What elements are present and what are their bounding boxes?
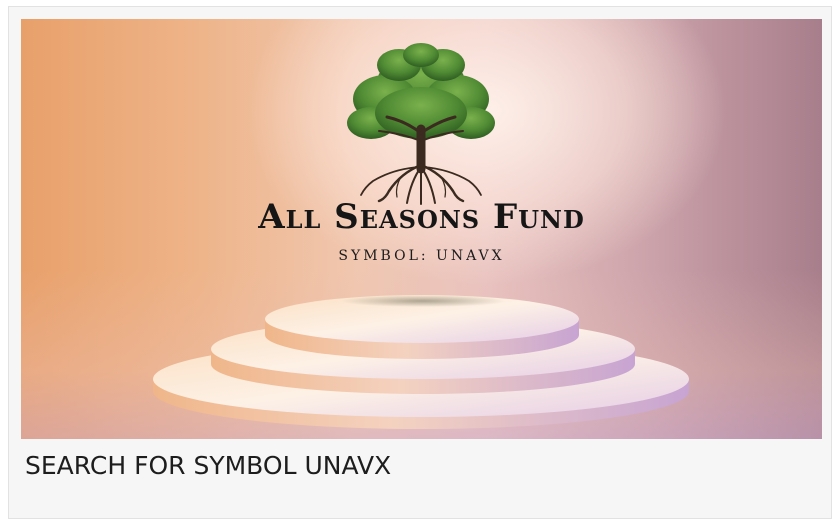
fund-banner-image[interactable]: All Seasons Fund SYMBOL: UNAVX — [21, 19, 822, 439]
ad-card[interactable]: All Seasons Fund SYMBOL: UNAVX SEARCH FO… — [8, 6, 832, 519]
fund-brand-name: All Seasons Fund — [258, 197, 585, 237]
fund-symbol-line: SYMBOL: UNAVX — [338, 248, 505, 264]
search-symbol-link[interactable]: SEARCH FOR SYMBOL UNAVX — [25, 451, 391, 480]
